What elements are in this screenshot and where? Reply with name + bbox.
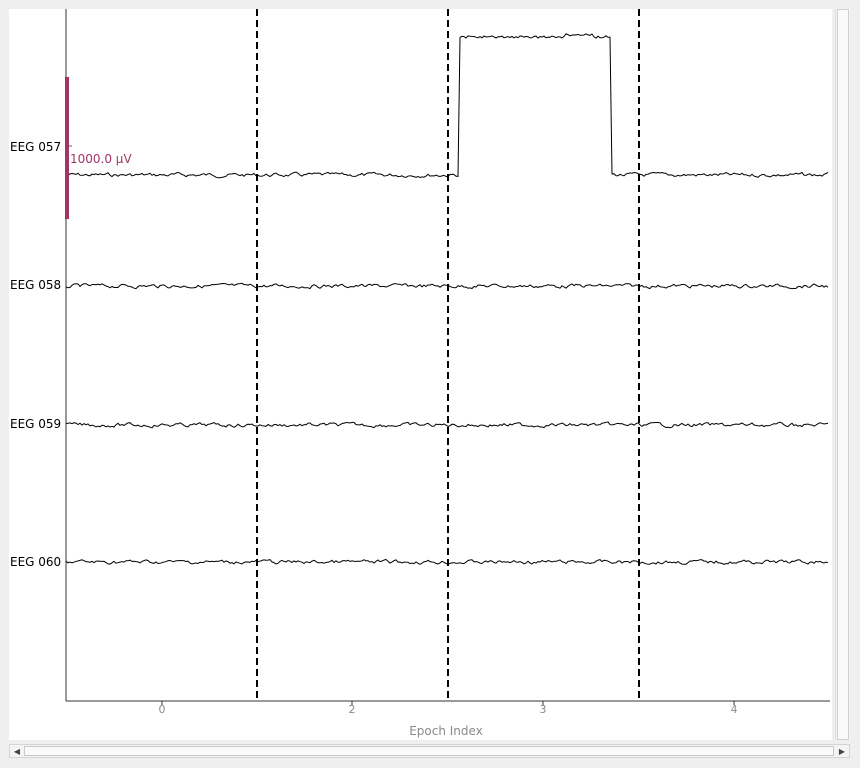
x-axis-title: Epoch Index (409, 724, 483, 738)
scale-bar-label: 1000.0 µV (70, 152, 132, 166)
eeg-epochs-plot[interactable] (9, 9, 832, 740)
horizontal-scrollbar[interactable]: ◀ ▶ (9, 744, 850, 758)
triangle-left-icon[interactable]: ◀ (11, 746, 23, 757)
channel-label-eeg-057[interactable]: EEG 057 (10, 140, 61, 154)
horizontal-scroll-thumb[interactable] (24, 746, 834, 756)
triangle-right-icon[interactable]: ▶ (836, 746, 848, 757)
x-tick-label: 4 (730, 703, 738, 716)
x-tick-label: 0 (158, 703, 166, 716)
x-tick-label: 3 (539, 703, 547, 716)
channel-label-eeg-058[interactable]: EEG 058 (10, 278, 61, 292)
vertical-scrollbar[interactable] (835, 9, 850, 740)
channel-label-eeg-060[interactable]: EEG 060 (10, 555, 61, 569)
plot-canvas[interactable] (9, 9, 832, 740)
vertical-scroll-thumb[interactable] (837, 9, 849, 740)
x-tick-label: 2 (348, 703, 356, 716)
scale-bar[interactable] (65, 77, 69, 219)
channel-label-eeg-059[interactable]: EEG 059 (10, 417, 61, 431)
